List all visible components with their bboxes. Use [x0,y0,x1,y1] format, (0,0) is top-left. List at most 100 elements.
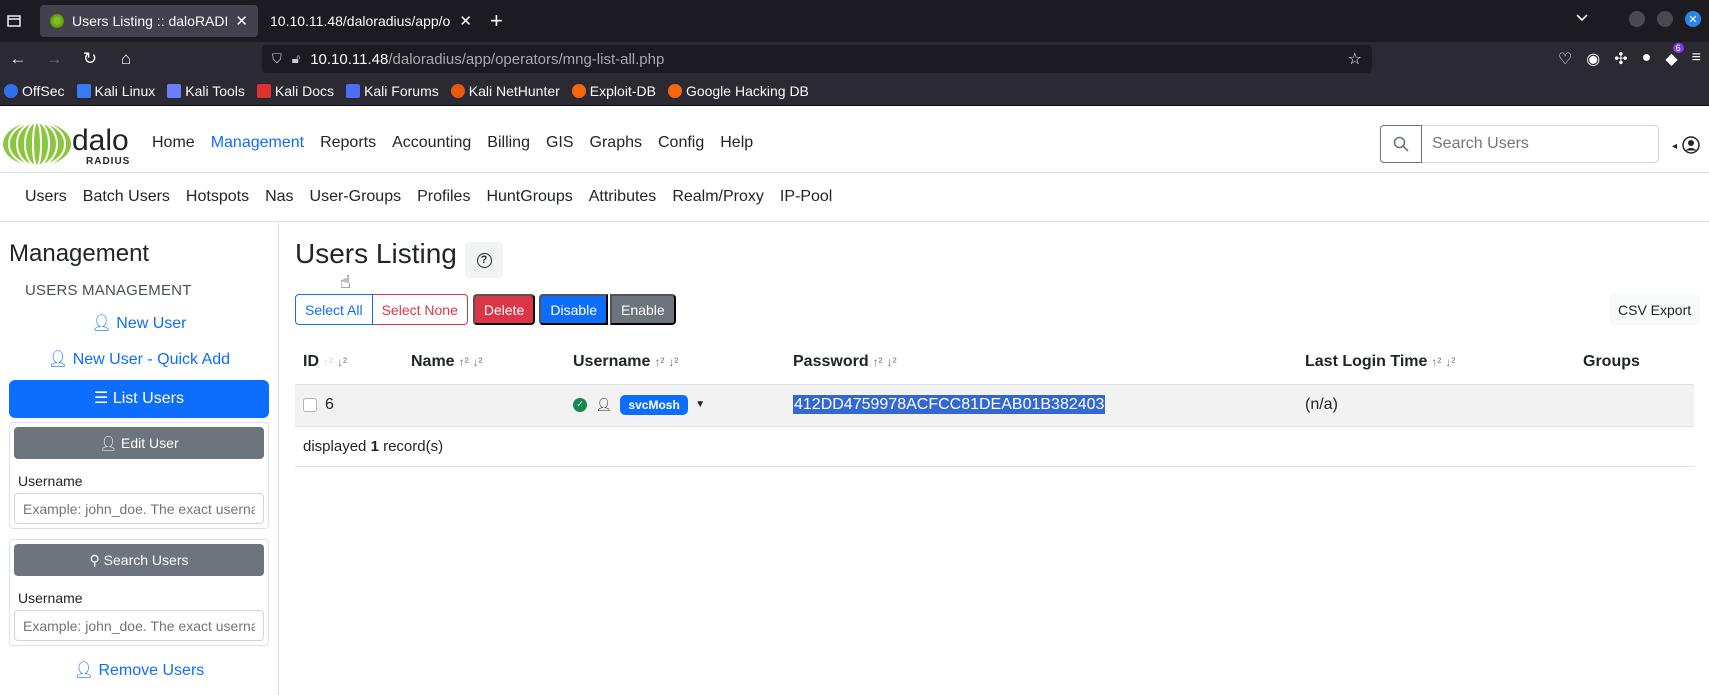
extension-badge-icon[interactable]: ◆ 6 [1665,43,1684,69]
subnav-huntgroups[interactable]: HuntGroups [486,188,572,206]
tab-list-icon[interactable] [0,0,28,42]
bookmark-offsec[interactable]: OffSec [4,83,65,99]
new-user-link[interactable]: 👤︎ New User [9,313,269,333]
sort-desc-icon[interactable]: ↓² [337,355,347,369]
sort-asc-icon[interactable]: ↑² [1431,355,1441,369]
back-arrow-icon[interactable]: ← [0,49,36,69]
nav-home[interactable]: Home [152,134,195,152]
url-bar[interactable]: ⛉ 🔓︎ 10.10.11.48/daloradius/app/operator… [262,45,1372,73]
password-hash: 412DD4759978ACFCC81DEAB01B382403 [793,395,1106,414]
subnav-realm-proxy[interactable]: Realm/Proxy [672,188,764,206]
list-users-link[interactable]: ☰ List Users [9,380,269,418]
nav-graphs[interactable]: Graphs [590,134,642,152]
user-menu[interactable]: ◂ [1672,134,1700,154]
toolbar-icons: ♡ ◉ ✣ ● ◆ 6 ≡ [1558,43,1701,69]
edit-user-button[interactable]: 👤︎ Edit User [14,427,264,459]
column-header-username[interactable]: Username ↑² ↓² [565,340,785,385]
app-header: dalo RADIUS Home Management Reports Acco… [0,115,1709,173]
edit-username-input[interactable] [14,493,264,524]
sort-asc-icon[interactable]: ↑² [459,355,469,369]
reload-icon[interactable]: ↻ [72,49,108,69]
new-tab-icon[interactable]: + [490,8,503,34]
search-users-input[interactable] [1422,125,1659,163]
close-window-icon[interactable]: ✕ [1685,11,1701,27]
sort-desc-icon[interactable]: ↓² [887,355,897,369]
nav-reports[interactable]: Reports [320,134,376,152]
bookmark-kali-forums[interactable]: Kali Forums [346,83,439,99]
close-tab-icon[interactable]: ✕ [459,12,472,30]
select-none-button[interactable]: Select None [372,294,468,325]
sort-asc-icon[interactable]: ↑² [323,355,333,369]
enable-button[interactable]: Enable [610,294,676,325]
sort-asc-icon[interactable]: ↑² [873,355,883,369]
subnav-batch-users[interactable]: Batch Users [83,188,170,206]
browser-tab-inactive[interactable]: 10.10.11.48/daloradius/app/operators/ ✕ [260,5,482,37]
foxyproxy-icon[interactable]: ● [1642,49,1652,69]
sort-desc-icon[interactable]: ↓² [473,355,483,369]
select-all-button[interactable]: Select All [295,294,373,325]
column-header-name[interactable]: Name ↑² ↓² [403,340,565,385]
table-row: 6 ✓ 👤︎ svcMosh ▼ 412DD4759978ACFCC81DEAB… [295,384,1694,427]
bookmark-kali-linux[interactable]: Kali Linux [76,83,155,99]
new-user-quick-add-link[interactable]: 👤︎ New User - Quick Add [9,349,269,369]
bookmark-google-hacking-db[interactable]: Google Hacking DB [667,83,809,99]
tab-overflow-chevron-icon[interactable] [1575,10,1589,26]
bookmark-kali-docs[interactable]: Kali Docs [256,83,334,99]
account-icon[interactable]: ◉ [1586,49,1600,69]
column-header-id[interactable]: ID ↑² ↓² [295,340,403,385]
nav-accounting[interactable]: Accounting [392,134,471,152]
bookmark-exploit-db[interactable]: Exploit-DB [571,83,656,99]
bookmark-star-icon[interactable]: ☆ [1348,49,1362,69]
bookmark-kali-tools[interactable]: Kali Tools [167,83,245,99]
sidebar-section-label: USERS MANAGEMENT [25,282,192,299]
sort-desc-icon[interactable]: ↓² [1445,355,1455,369]
exploit-db-icon [571,83,586,98]
cell-password: 412DD4759978ACFCC81DEAB01B382403 [785,384,1297,427]
minimize-icon[interactable] [1629,11,1645,27]
search-users-button[interactable]: ⚲ Search Users [14,544,264,576]
delete-button[interactable]: Delete [472,294,536,325]
daloradius-logo[interactable]: dalo RADIUS [2,120,138,168]
disable-button[interactable]: Disable [539,294,609,325]
extensions-icon[interactable]: ✣ [1614,49,1627,69]
username-badge[interactable]: svcMosh [620,394,688,415]
sort-asc-icon[interactable]: ↑² [654,355,664,369]
search-username-input[interactable] [14,610,264,641]
nav-billing[interactable]: Billing [487,134,530,152]
bookmark-kali-nethunter[interactable]: Kali NetHunter [450,83,560,99]
daloradius-logo-icon: dalo RADIUS [3,121,129,167]
pocket-icon[interactable]: ♡ [1558,49,1572,69]
subnav-profiles[interactable]: Profiles [417,188,470,206]
subnav-hotspots[interactable]: Hotspots [186,188,249,206]
records-summary: displayed 1 record(s) [295,426,1694,467]
menu-icon[interactable]: ≡ [1692,49,1701,69]
subnav-ip-pool[interactable]: IP-Pool [780,188,832,206]
user-edit-icon: 👤︎ [99,435,118,451]
nav-gis[interactable]: GIS [546,134,574,152]
csv-export-button[interactable]: CSV Export [1609,294,1701,325]
nav-management[interactable]: Management [211,134,304,152]
table-header-row: ID ↑² ↓² Name ↑² ↓² Username ↑² ↓² Password ↑² ↓… [295,340,1694,385]
subnav-attributes[interactable]: Attributes [589,188,657,206]
browser-tab-active[interactable]: Users Listing :: daloRADIUS ✕ [40,5,258,37]
lock-icon[interactable]: 🔓︎ [292,51,300,67]
sort-desc-icon[interactable]: ↓² [668,355,678,369]
home-icon[interactable]: ⌂ [108,49,144,69]
column-header-last-login[interactable]: Last Login Time ↑² ↓² [1297,340,1575,385]
shield-icon[interactable]: ⛉ [272,51,282,67]
subnav-user-groups[interactable]: User-Groups [310,188,402,206]
nav-help[interactable]: Help [720,134,753,152]
kali-icon [76,83,91,98]
maximize-icon[interactable] [1657,11,1673,27]
caret-down-icon[interactable]: ▼ [695,399,705,410]
remove-users-link[interactable]: 👤︎ Remove Users [9,660,269,680]
close-tab-icon[interactable]: ✕ [235,12,248,30]
row-checkbox[interactable] [303,397,317,412]
subnav-nas[interactable]: Nas [265,188,293,206]
column-header-password[interactable]: Password ↑² ↓² [785,340,1297,385]
subnav-users[interactable]: Users [25,188,67,206]
help-button[interactable]: ? [465,242,503,278]
forward-arrow-icon[interactable]: → [36,49,72,69]
search-button[interactable] [1380,125,1422,163]
nav-config[interactable]: Config [658,134,704,152]
